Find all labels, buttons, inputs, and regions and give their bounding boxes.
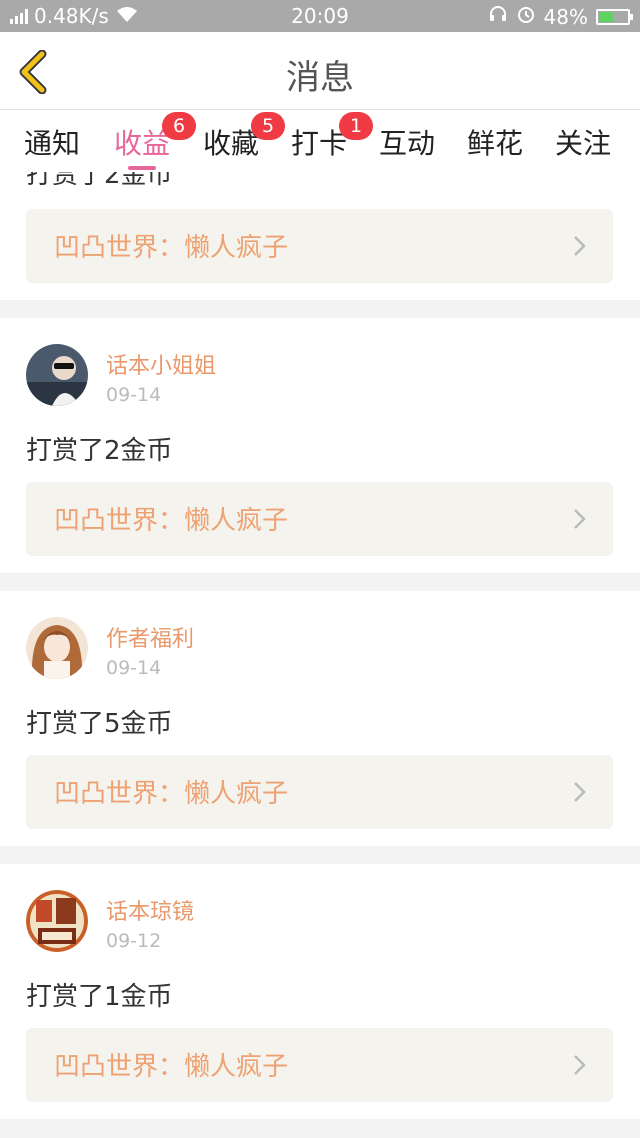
message-card: 话本小姐姐 09-14 打赏了2金币 凹凸世界：懒人疯子 (0, 318, 640, 573)
work-link-label: 凹凸世界：懒人疯子 (54, 506, 289, 536)
page-title: 消息 (286, 58, 354, 98)
chevron-right-icon (574, 782, 586, 802)
chevron-right-icon (574, 509, 586, 529)
tab-notifications[interactable]: 通知 (24, 122, 80, 162)
work-link[interactable]: 凹凸世界：懒人疯子 (26, 209, 613, 283)
tab-label: 收藏 (203, 127, 260, 160)
message-card: 作者福利 09-14 打赏了5金币 凹凸世界：懒人疯子 (0, 591, 640, 846)
message-list[interactable]: 打赏了2金币 凹凸世界：懒人疯子 话本小姐姐 09-14 打赏了2金币 凹凸世界… (0, 172, 640, 1138)
message-card: 话本琼镜 09-12 打赏了1金币 凹凸世界：懒人疯子 (0, 864, 640, 1119)
chevron-right-icon (574, 236, 586, 256)
message-text: 打赏了2金币 (26, 172, 173, 190)
alarm-icon (516, 4, 536, 29)
unread-badge: 1 (339, 112, 374, 140)
tab-earnings[interactable]: 收益 6 (114, 112, 197, 170)
work-link[interactable]: 凹凸世界：懒人疯子 (26, 755, 613, 829)
date: 09-14 (106, 657, 162, 679)
work-link[interactable]: 凹凸世界：懒人疯子 (26, 1028, 613, 1102)
tab-label: 通知 (24, 127, 81, 160)
tab-interactions[interactable]: 互动 (379, 122, 435, 162)
message-text: 打赏了2金币 (26, 436, 173, 466)
work-link[interactable]: 凹凸世界：懒人疯子 (26, 482, 613, 556)
tab-flowers[interactable]: 鲜花 (467, 122, 523, 162)
avatar[interactable] (26, 344, 88, 406)
work-link-label: 凹凸世界：懒人疯子 (54, 779, 289, 809)
unread-badge: 6 (162, 112, 197, 140)
tab-label: 关注 (555, 127, 612, 160)
battery-icon (596, 8, 633, 25)
message-text: 打赏了5金币 (26, 709, 173, 739)
tab-bar: 通知 收益 6 收藏 5 打卡 1 互动 鲜花 关注 (0, 110, 640, 172)
avatar[interactable] (26, 617, 88, 679)
date: 09-12 (106, 930, 162, 952)
username[interactable]: 话本琼镜 (106, 894, 194, 926)
unread-badge: 5 (251, 112, 286, 140)
active-tab-indicator (128, 166, 157, 170)
tab-favorites[interactable]: 收藏 5 (203, 112, 286, 162)
avatar[interactable] (26, 890, 88, 952)
battery-percent: 48% (543, 4, 588, 29)
header: 消息 (0, 32, 640, 110)
date: 09-14 (106, 384, 162, 406)
headset-icon (488, 4, 508, 29)
work-link-label: 凹凸世界：懒人疯子 (54, 233, 289, 263)
tab-label: 互动 (379, 127, 436, 160)
chevron-right-icon (574, 1055, 586, 1075)
message-text: 打赏了1金币 (26, 982, 173, 1012)
status-bar: 0.48K/s 20:09 48% (0, 0, 640, 32)
tab-label: 鲜花 (467, 127, 524, 160)
tab-checkin[interactable]: 打卡 1 (291, 112, 374, 162)
tab-follows[interactable]: 关注 (555, 122, 611, 162)
tab-label: 打卡 (291, 127, 348, 160)
username[interactable]: 作者福利 (106, 621, 194, 653)
message-card: 打赏了2金币 凹凸世界：懒人疯子 (0, 172, 640, 300)
work-link-label: 凹凸世界：懒人疯子 (54, 1052, 289, 1082)
username[interactable]: 话本小姐姐 (106, 348, 216, 380)
tab-label: 收益 (114, 127, 171, 160)
